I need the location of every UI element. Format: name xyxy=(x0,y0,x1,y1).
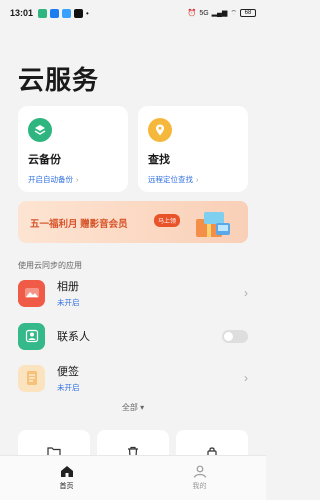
card-subtitle: 开启自动备份 › xyxy=(28,175,79,184)
location-pin-icon xyxy=(148,118,172,142)
list-item-title: 便签 xyxy=(57,366,79,378)
list-item-album[interactable]: 相册 未开启 › xyxy=(18,276,250,310)
alarm-icon: ⏰ xyxy=(187,10,197,17)
banner-text: 五一福利月 赠影音会员 xyxy=(30,219,128,230)
network-label: 5G xyxy=(199,9,209,17)
card-title: 云备份 xyxy=(28,154,61,166)
app-notify-icon xyxy=(62,8,72,18)
list-item-status: 未开启 xyxy=(57,383,80,392)
status-time: 13:01 xyxy=(10,8,34,18)
list-item-title: 相册 xyxy=(57,281,79,293)
chevron-right-icon: › xyxy=(244,371,248,385)
chevron-right-icon: › xyxy=(196,175,199,184)
claim-button[interactable]: 马上领 xyxy=(154,214,181,227)
home-icon xyxy=(60,466,73,477)
gift-box-icon xyxy=(196,212,230,237)
notification-icons: • xyxy=(38,8,89,18)
bottom-nav: 首页 我的 xyxy=(0,455,266,500)
chevron-down-icon: ▾ xyxy=(140,403,145,412)
section-label: 使用云同步的应用 xyxy=(18,261,82,270)
app-notify-icon xyxy=(50,8,60,18)
wechat-icon xyxy=(38,8,48,18)
contacts-sync-toggle[interactable] xyxy=(222,330,248,343)
page-title: 云服务 xyxy=(18,65,100,95)
cloud-backup-icon xyxy=(28,118,52,142)
wifi-icon: ⌔ xyxy=(230,9,237,17)
status-bar: 13:01 • ⏰ 5G ▂▄▆ ⌔ 68 xyxy=(0,0,266,26)
nav-home-label: 首页 xyxy=(59,483,74,490)
more-dot-icon: • xyxy=(86,8,89,18)
card-subtitle: 远程定位查找 › xyxy=(148,175,199,184)
cloud-backup-card[interactable]: 云备份 开启自动备份 › xyxy=(18,106,128,192)
list-item-contacts[interactable]: 联系人 xyxy=(18,319,250,353)
list-item-status: 未开启 xyxy=(57,298,80,307)
album-icon xyxy=(18,279,45,307)
toggle-knob xyxy=(224,332,233,341)
promo-banner[interactable]: 五一福利月 赠影音会员 马上领 xyxy=(18,201,248,243)
chevron-right-icon: › xyxy=(76,175,79,184)
contacts-icon xyxy=(18,322,45,350)
notes-icon xyxy=(18,364,45,392)
nav-mine-label: 我的 xyxy=(192,483,207,490)
list-item-title: 联系人 xyxy=(57,331,90,343)
status-indicators: ⏰ 5G ▂▄▆ ⌔ 68 xyxy=(188,9,256,18)
person-icon xyxy=(193,465,206,478)
nav-home[interactable]: 首页 xyxy=(0,456,133,500)
find-device-card[interactable]: 查找 远程定位查找 › xyxy=(138,106,248,192)
list-item-notes[interactable]: 便签 未开启 › xyxy=(18,361,250,395)
show-all-label: 全部 xyxy=(121,403,138,412)
battery-icon: 68 xyxy=(240,9,256,17)
nav-mine[interactable]: 我的 xyxy=(133,456,266,500)
show-all-button[interactable]: 全部 ▾ xyxy=(0,402,266,413)
tiktok-icon xyxy=(74,8,84,18)
card-title: 查找 xyxy=(148,154,170,166)
signal-icon: ▂▄▆ xyxy=(211,10,228,17)
chevron-right-icon: › xyxy=(244,286,248,300)
